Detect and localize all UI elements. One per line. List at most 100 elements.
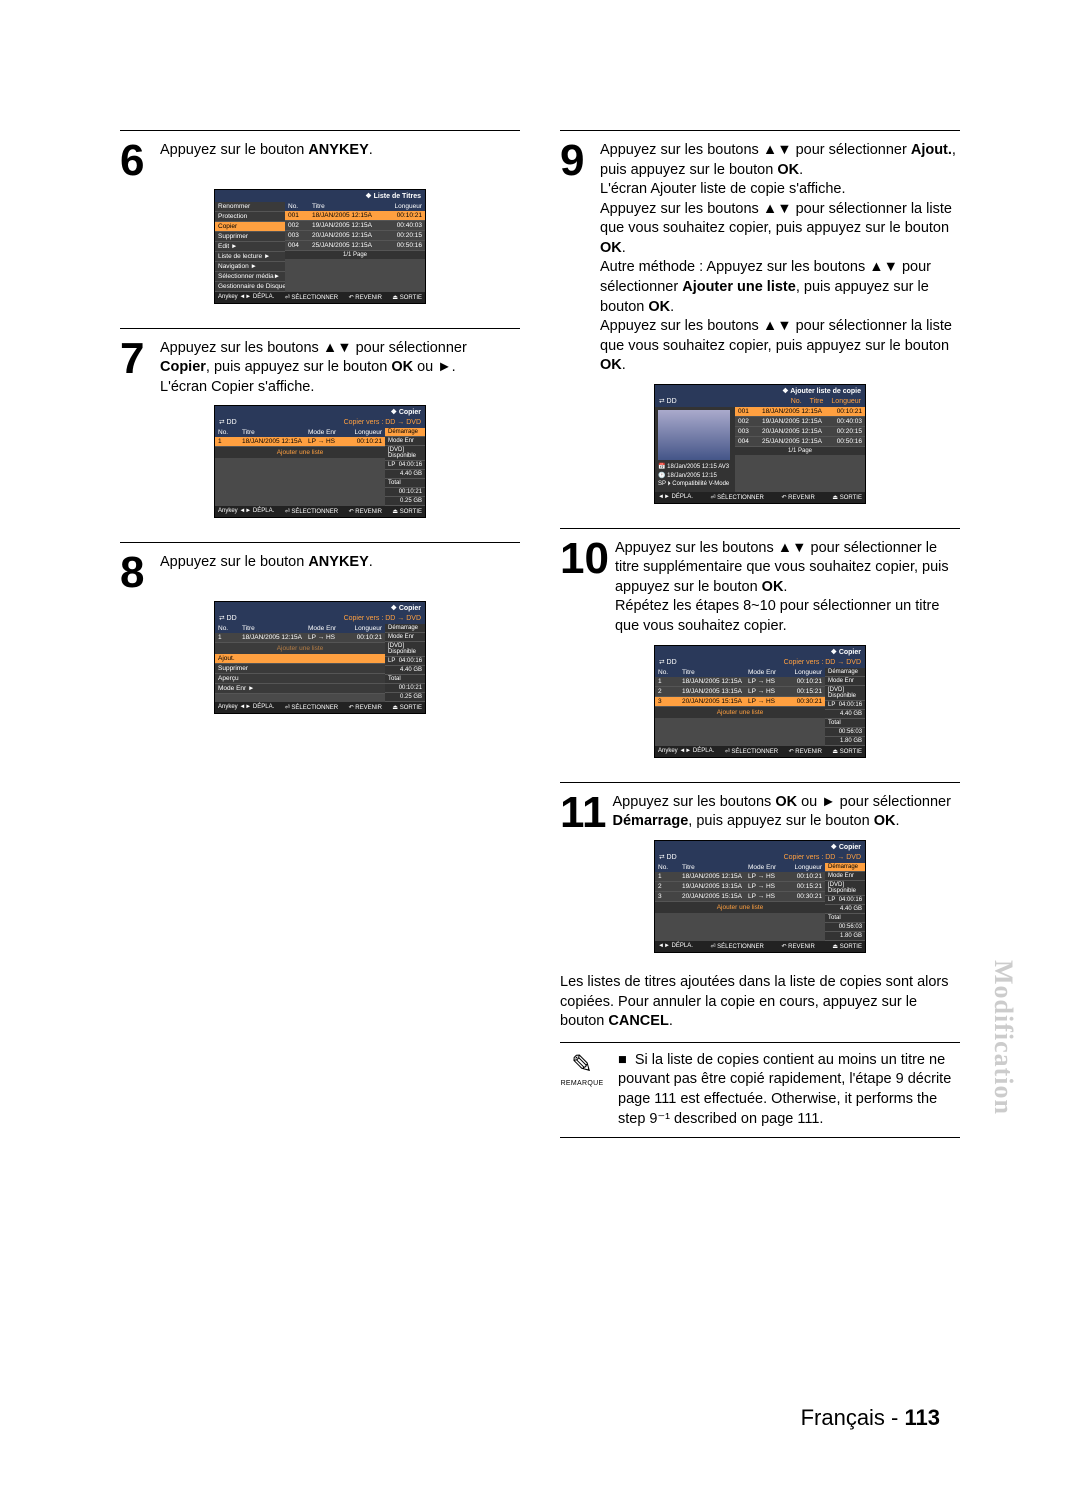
arrow-down-icon: ▼	[777, 201, 791, 217]
osd-side-panel: Démarrage Mode Enr [DVD] Disponible LP 0…	[825, 668, 865, 746]
osd-wrap: ❖ Copier ⮂ DDCopier vers : DD → DVD No. …	[560, 637, 960, 772]
demarrage-btn: Démarrage	[385, 428, 425, 437]
note-text: ■ Si la liste de copies contient au moin…	[618, 1051, 960, 1129]
page-indicator: 1/1 Page	[735, 447, 865, 455]
osd-copier: ❖ Copier ⮂ DDCopier vers : DD → DVD No. …	[214, 405, 426, 518]
step-text: Appuyez sur le bouton ANYKEY.	[160, 553, 520, 573]
table-row: 00320/JAN/2005 12:15A00:20:15	[285, 231, 425, 241]
menu-item: Sélectionner média►	[215, 272, 285, 282]
osd-title: Copier	[399, 605, 421, 612]
menu-item: Supprimer	[215, 232, 285, 242]
bullet-icon: ❖	[782, 388, 788, 395]
osd-menu: Renommer Protection Copier Supprimer Edi…	[215, 202, 285, 292]
section-tab: Modification	[988, 960, 1018, 1115]
osd-copier-demarrage: ❖ Copier ⮂ DDCopier vers : DD → DVD No. …	[654, 840, 866, 953]
thumbnail-panel: 📅 18/Jan/2005 12:15 AV3 🕐 18/Jan/2005 12…	[655, 407, 735, 492]
step-text: Appuyez sur les boutons ▲▼ pour sélectio…	[600, 141, 960, 376]
text-fragment: .	[369, 142, 373, 158]
chevron-right-icon: ►	[248, 685, 254, 692]
note-label: REMARQUE	[560, 1079, 604, 1088]
osd-side-panel: Démarrage Mode Enr [DVD] Disponible LP 0…	[825, 863, 865, 941]
step-8: 8 Appuyez sur le bouton ANYKEY.	[120, 542, 520, 593]
table-row: 320/JAN/2005 15:15ALP → HS00:30:21	[655, 697, 825, 707]
osd-side-panel: Démarrage Mode Enr [DVD] Disponible LP 0…	[385, 624, 425, 702]
table-row: 00425/JAN/2005 12:15A00:50:16	[285, 241, 425, 251]
step-text: Appuyez sur les boutons ▲▼ pour sélectio…	[615, 539, 960, 637]
menu-item-copy: Copier	[215, 222, 285, 232]
bullet-icon: ❖	[391, 409, 397, 416]
osd-list: No. Titre Mode Enr Longueur 118/JAN/2005…	[215, 428, 385, 506]
osd-subheader: ⮂ DDNo.TitreLongueur	[655, 397, 865, 407]
osd-list: No. Titre Mode Enr Longueur 118/JAN/2005…	[215, 624, 385, 702]
table-row: 320/JAN/2005 15:15ALP → HS00:30:21	[655, 892, 825, 902]
osd-title-list: ❖ Liste de Titres Renommer Protection Co…	[214, 189, 426, 304]
thumbnail	[658, 410, 730, 460]
add-list-row: Ajouter une liste	[215, 447, 385, 458]
osd-wrap: ❖ Liste de Titres Renommer Protection Co…	[120, 181, 520, 318]
table-row: 00219/JAN/2005 12:15A00:40:03	[285, 221, 425, 231]
step-11: 11 Appuyez sur les boutons OK ou ► pour …	[560, 782, 960, 833]
bullet-icon: ❖	[831, 844, 837, 851]
osd-title: Copier	[839, 844, 861, 851]
chevron-right-icon: ►	[231, 243, 237, 250]
chevron-right-icon: ►	[251, 263, 257, 270]
osd-list: No. Titre Mode Enr Longueur 118/JAN/2005…	[655, 863, 825, 941]
text-fragment: Appuyez sur le bouton	[160, 142, 308, 158]
osd-title: Copier	[399, 409, 421, 416]
arrow-down-icon: ▼	[884, 259, 898, 275]
add-list-row: Ajouter une liste	[655, 902, 825, 913]
table-row: 118/JAN/2005 12:15ALP → HS00:10:21	[215, 437, 385, 447]
step-text: Appuyez sur le bouton ANYKEY.	[160, 141, 520, 161]
add-list-row: Ajouter une liste	[215, 643, 385, 654]
osd-title: Liste de Titres	[374, 193, 421, 200]
note-block: ✎ REMARQUE ■ Si la liste de copies conti…	[560, 1042, 960, 1138]
arrow-up-icon: ▲	[869, 259, 883, 275]
text-bold: ANYKEY	[308, 142, 368, 158]
step-6: 6 Appuyez sur le bouton ANYKEY.	[120, 130, 520, 181]
arrow-down-icon: ▼	[777, 318, 791, 334]
menu-item: Gestionnaire de Disque	[215, 282, 285, 292]
osd-footer: Anykey ◄► DÉPLA. ⏎ SÉLECTIONNER ↶ REVENI…	[215, 702, 425, 713]
osd-subheader: ⮂ DDCopier vers : DD → DVD	[215, 418, 425, 428]
step-number: 11	[560, 793, 607, 833]
arrow-right-icon: ►	[437, 359, 451, 375]
page-footer: Français - 113	[801, 1405, 940, 1431]
arrow-up-icon: ▲	[763, 318, 777, 334]
menu-item: Supprimer	[215, 664, 385, 674]
menu-item: Renommer	[215, 202, 285, 212]
menu-item: Protection	[215, 212, 285, 222]
step-9: 9 Appuyez sur les boutons ▲▼ pour sélect…	[560, 130, 960, 376]
menu-ajout: Ajout.	[215, 654, 385, 664]
arrow-down-icon: ▼	[777, 142, 791, 158]
table-row: 00425/JAN/2005 12:15A00:50:16	[735, 437, 865, 447]
osd-footer: ◄► DÉPLA. ⏎ SÉLECTIONNER ↶ REVENIR ⏏ SOR…	[655, 492, 865, 503]
osd-copier-menu: ❖ Copier ⮂ DDCopier vers : DD → DVD No. …	[214, 601, 426, 714]
square-bullet-icon: ■	[618, 1052, 627, 1068]
footer-page: 113	[905, 1405, 941, 1430]
bullet-icon: ❖	[365, 193, 371, 200]
osd-footer: ◄► DÉPLA. ⏎ SÉLECTIONNER ↶ REVENIR ⏏ SOR…	[655, 941, 865, 952]
osd-copier-multi: ❖ Copier ⮂ DDCopier vers : DD → DVD No. …	[654, 645, 866, 758]
osd-subheader: ⮂ DDCopier vers : DD → DVD	[655, 658, 865, 668]
osd-wrap: ❖ Copier ⮂ DDCopier vers : DD → DVD No. …	[120, 593, 520, 728]
bullet-icon: ❖	[391, 605, 397, 612]
pencil-icon: ✎	[560, 1051, 604, 1077]
column-headers: No. Titre Mode Enr Longueur	[655, 668, 825, 677]
right-column: 9 Appuyez sur les boutons ▲▼ pour sélect…	[560, 120, 960, 1138]
osd-title: Copier	[839, 649, 861, 656]
column-headers: No. Titre Mode Enr Longueur	[215, 624, 385, 633]
osd-wrap: ❖ Copier ⮂ DDCopier vers : DD → DVD No. …	[560, 832, 960, 967]
table-row: 118/JAN/2005 12:15ALP → HS00:10:21	[655, 677, 825, 687]
step-number: 9	[560, 141, 594, 181]
popup-menu: Ajout. Supprimer Aperçu Mode Enr ►	[215, 654, 385, 694]
table-row: 219/JAN/2005 13:15ALP → HS00:15:21	[655, 882, 825, 892]
column-headers: No. Titre Mode Enr Longueur	[655, 863, 825, 872]
note-icon: ✎ REMARQUE	[560, 1051, 604, 1129]
arrow-right-icon: ►	[821, 794, 835, 810]
osd-footer: Anykey ◄► DÉPLA. ⏎ SÉLECTIONNER ↶ REVENI…	[215, 292, 425, 303]
menu-item: Navigation ►	[215, 262, 285, 272]
menu-item: Liste de lecture ►	[215, 252, 285, 262]
osd-ajouter-liste: ❖ Ajouter liste de copie ⮂ DDNo.TitreLon…	[654, 384, 866, 504]
step-text: Appuyez sur les boutons OK ou ► pour sél…	[613, 793, 960, 832]
table-row: 00219/JAN/2005 12:15A00:40:03	[735, 417, 865, 427]
